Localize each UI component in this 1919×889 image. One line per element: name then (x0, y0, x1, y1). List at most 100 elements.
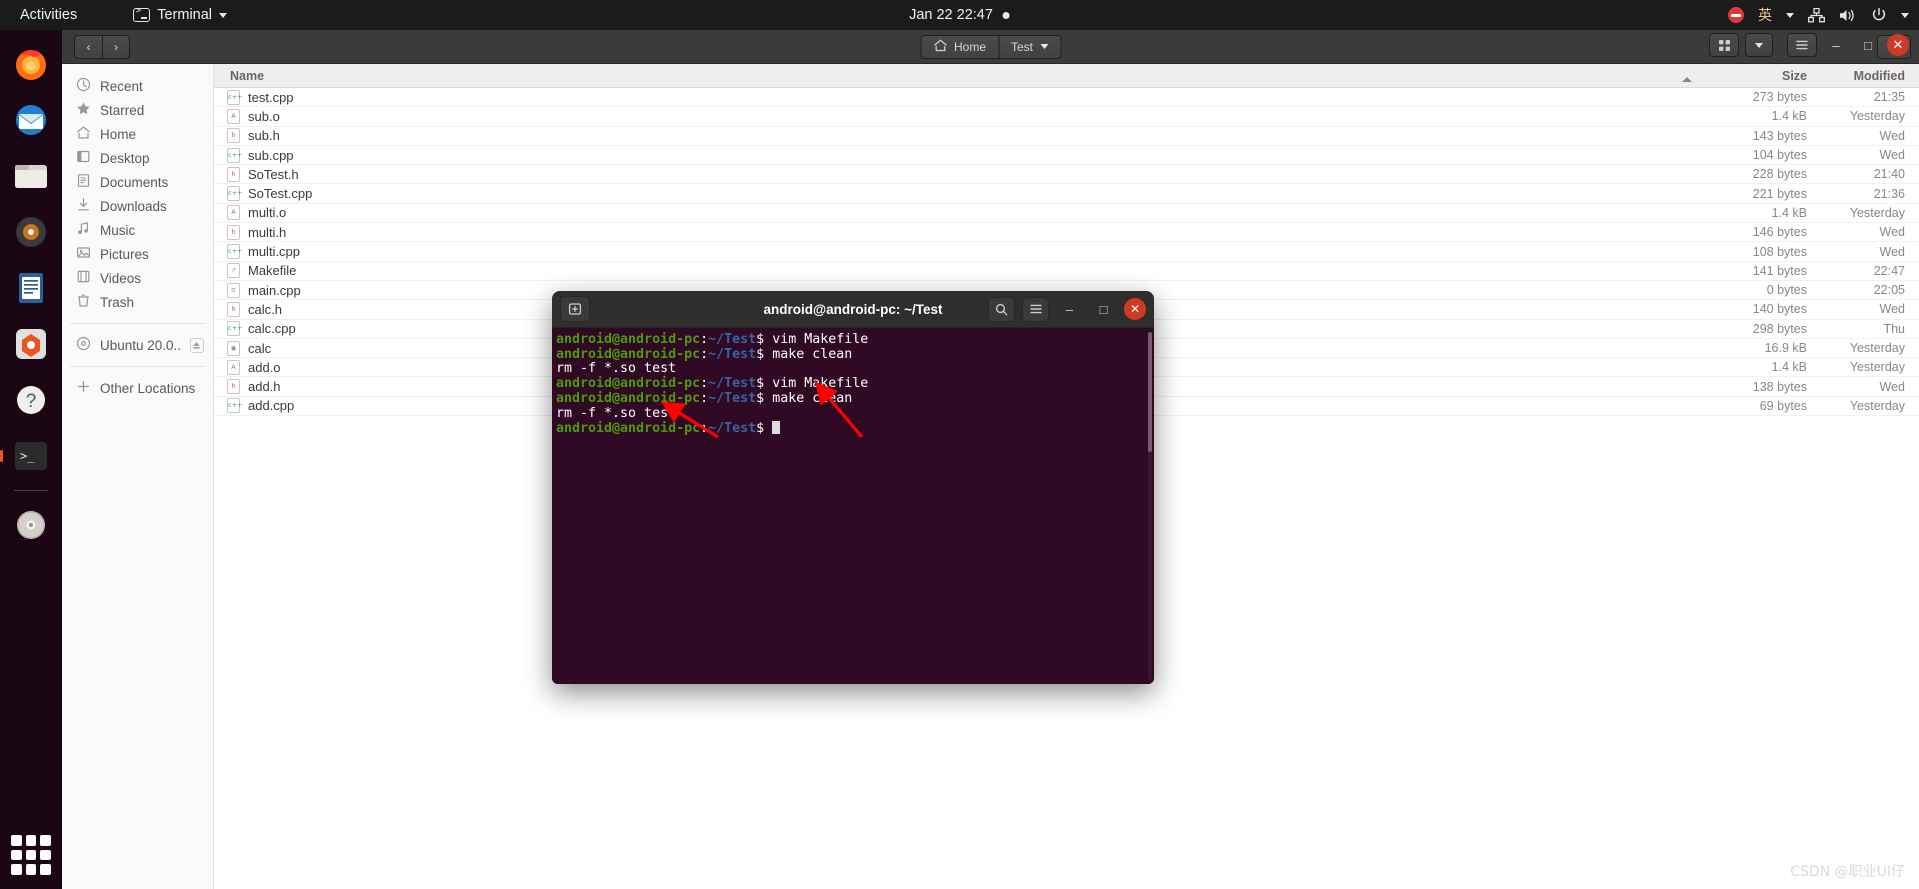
desktop-icon (76, 149, 91, 167)
sidebar-item-recent[interactable]: Recent (62, 74, 213, 98)
file-name-label: add.h (248, 379, 281, 395)
dock-item-firefox[interactable] (7, 40, 55, 88)
documents-icon (76, 173, 91, 191)
plus-icon (76, 379, 91, 397)
sidebar-item-home[interactable]: Home (62, 122, 213, 146)
sidebar-item-documents[interactable]: Documents (62, 170, 213, 194)
status-area[interactable]: 英 (1728, 5, 1909, 25)
dock-item-rhythmbox[interactable] (7, 208, 55, 256)
sidebar-item-downloads[interactable]: Downloads (62, 194, 213, 218)
files-close-button[interactable]: ✕ (1887, 34, 1909, 56)
power-icon[interactable] (1871, 7, 1887, 23)
terminal-search-button[interactable] (988, 296, 1015, 322)
sidebar-item-pictures[interactable]: Pictures (62, 242, 213, 266)
do-not-disturb-icon[interactable] (1728, 7, 1744, 23)
terminal-colon: : (700, 390, 709, 406)
terminal-path: ~/Test (708, 332, 757, 347)
table-row[interactable]: h sub.h 143 bytes Wed (214, 127, 1919, 146)
app-menu-label: Terminal (157, 7, 213, 23)
chevron-down-icon[interactable] (1901, 12, 1909, 18)
input-method-label[interactable]: 英 (1758, 5, 1772, 25)
table-row[interactable]: Asub.o 1.4 kB Yesterday (214, 107, 1919, 127)
file-size-cell: 16.9 kB (1764, 341, 1807, 355)
table-row[interactable]: c++ test.cpp 273 bytes 21:35 (214, 88, 1919, 108)
svg-text:?: ? (26, 391, 37, 412)
back-button[interactable]: ‹ (74, 34, 102, 59)
file-modified-cell: Wed (1879, 128, 1905, 143)
view-options-dropdown[interactable] (1745, 33, 1773, 57)
terminal-scrollbar[interactable] (1148, 332, 1152, 680)
breadcrumb-item-home[interactable]: Home (919, 34, 998, 59)
terminal-maximize-button[interactable]: □ (1090, 297, 1117, 322)
chevron-down-icon[interactable] (1786, 12, 1794, 18)
sidebar-item-ubuntu-disc[interactable]: Ubuntu 20.0... (62, 333, 213, 357)
file-modified-cell: Wed (1879, 379, 1905, 394)
sidebar-item-starred[interactable]: Starred (62, 98, 213, 122)
home-icon (933, 39, 947, 55)
desktop-screen: Activities Terminal Jan 22 22:47 英 (0, 0, 1919, 889)
files-menu-button[interactable] (1787, 33, 1817, 57)
clock-icon (76, 77, 91, 95)
obj-file-icon: A (227, 108, 240, 124)
column-header-size[interactable]: Size (1702, 69, 1807, 83)
terminal-screen[interactable]: android@android-pc:~/Test$ vim Makefile a… (552, 328, 1154, 684)
terminal-close-button[interactable]: ✕ (1124, 298, 1146, 320)
dock-item-ubuntu-software[interactable] (7, 320, 55, 368)
eject-icon[interactable] (189, 337, 204, 353)
volume-icon[interactable] (1839, 8, 1857, 23)
chevron-down-icon (1755, 42, 1763, 48)
app-menu-terminal[interactable]: Terminal (133, 6, 228, 23)
terminal-line: android@android-pc:~/Test$ (554, 421, 1154, 437)
files-minimize-button[interactable]: – (1823, 32, 1849, 58)
activities-button[interactable]: Activities (12, 5, 85, 25)
sidebar-item-videos[interactable]: Videos (62, 266, 213, 290)
dock-item-help[interactable]: ? (7, 376, 55, 424)
terminal-dollar: $ (756, 332, 773, 347)
sidebar-item-trash[interactable]: Trash (62, 290, 213, 314)
column-header-modified[interactable]: Modified (1807, 69, 1919, 83)
files-window-controls: – □ ✕ (1709, 32, 1909, 58)
svg-text:>_: >_ (20, 449, 35, 463)
dock-item-libreoffice-writer[interactable] (7, 264, 55, 312)
show-applications-button[interactable] (11, 835, 51, 875)
table-row[interactable]: c++ SoTest.cpp 221 bytes 21:36 (214, 184, 1919, 204)
file-name-cell: c++ multi.cpp (214, 244, 1702, 260)
sidebar-label: Videos (100, 270, 142, 286)
network-icon[interactable] (1808, 7, 1825, 23)
file-modified-cell: Yesterday (1849, 205, 1905, 220)
terminal-user: android@android-pc (556, 390, 701, 406)
breadcrumb-item-test[interactable]: Test (998, 34, 1062, 59)
column-header-name[interactable]: Name (214, 69, 1702, 83)
terminal-menu-button[interactable] (1022, 296, 1049, 322)
dock-item-terminal[interactable]: >_ (0, 432, 55, 480)
table-row[interactable]: Amulti.o 1.4 kB Yesterday (214, 204, 1919, 224)
view-grid-button[interactable] (1709, 33, 1739, 57)
sidebar-item-music[interactable]: Music (62, 218, 213, 242)
table-row[interactable]: h multi.h 146 bytes Wed (214, 223, 1919, 243)
sidebar-item-desktop[interactable]: Desktop (62, 146, 213, 170)
terminal-user: android@android-pc (556, 332, 701, 347)
file-name-label: multi.h (248, 224, 287, 240)
table-row[interactable]: c++ sub.cpp 104 bytes Wed (214, 146, 1919, 166)
sidebar-label: Documents (100, 174, 169, 190)
sidebar-label: Recent (100, 78, 143, 94)
new-tab-icon[interactable] (560, 296, 590, 322)
files-maximize-button[interactable]: □ (1855, 32, 1881, 58)
dock-item-files[interactable] (7, 152, 55, 200)
table-row[interactable]: ↗ Makefile 141 bytes 22:47 (214, 262, 1919, 281)
terminal-minimize-button[interactable]: – (1056, 297, 1083, 322)
file-size-cell: 146 bytes (1752, 225, 1807, 240)
terminal-line: android@android-pc:~/Test$ make clean (554, 346, 1154, 363)
sidebar-item-other-locations[interactable]: Other Locations (62, 376, 213, 400)
forward-button[interactable]: › (102, 34, 130, 59)
dock-item-thunderbird[interactable] (7, 96, 55, 144)
table-row[interactable]: h SoTest.h 228 bytes 21:40 (214, 165, 1919, 185)
cpp-file-icon: c++ (227, 89, 242, 105)
sort-ascending-icon (1682, 76, 1692, 82)
table-row[interactable]: c++ multi.cpp 108 bytes Wed (214, 242, 1919, 262)
file-name-cell: h sub.h (214, 128, 1702, 144)
file-modified-cell: 21:40 (1873, 167, 1905, 182)
terminal-colon: : (700, 346, 709, 362)
dock-item-dvd-drive[interactable] (7, 501, 55, 549)
clock-area[interactable]: Jan 22 22:47 (909, 7, 1010, 23)
